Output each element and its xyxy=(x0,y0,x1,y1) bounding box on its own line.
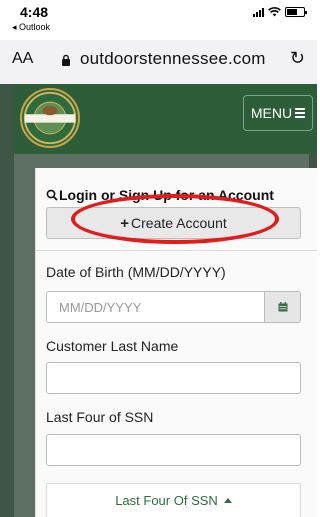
create-account-button[interactable]: + Create Account xyxy=(46,207,301,239)
menu-button[interactable]: MENU xyxy=(243,95,313,131)
create-account-label: Create Account xyxy=(131,215,227,231)
section-divider xyxy=(35,250,317,251)
dob-label: Date of Birth (MM/DD/YYYY) xyxy=(46,264,226,280)
battery-icon xyxy=(285,7,307,17)
reload-icon[interactable]: ↻ xyxy=(290,48,305,69)
text-size-label: AA xyxy=(12,50,34,67)
signal-icon xyxy=(253,7,264,17)
search-icon xyxy=(46,189,58,201)
left-gutter xyxy=(0,84,14,517)
menu-label: MENU xyxy=(250,105,293,121)
back-to-outlook-link[interactable]: ◂ Outlook xyxy=(12,22,50,33)
text-size-button[interactable]: AA xyxy=(12,50,33,68)
ssn-input[interactable] xyxy=(46,434,301,466)
ssn-toggle-label: Last Four Of SSN xyxy=(115,493,218,508)
url-field[interactable]: outdoorstennessee.com xyxy=(80,49,266,69)
dob-input[interactable]: MM/DD/YYYY xyxy=(46,291,265,323)
lock-icon xyxy=(62,54,70,66)
status-icons xyxy=(253,7,307,17)
status-time: 4:48 xyxy=(20,4,49,20)
login-title: Login or Sign Up for an Account xyxy=(46,187,274,203)
dob-placeholder: MM/DD/YYYY xyxy=(59,299,142,315)
wifi-icon xyxy=(268,7,281,17)
ssn-label: Last Four of SSN xyxy=(46,409,154,425)
browser-address-bar: AA outdoorstennessee.com ↻ xyxy=(0,40,317,84)
ssn-toggle-button[interactable]: Last Four Of SSN xyxy=(46,483,301,517)
last-name-label: Customer Last Name xyxy=(46,338,179,354)
caret-up-icon xyxy=(223,498,232,503)
site-header: MENU xyxy=(14,84,317,154)
status-bar: 4:48 ◂ Outlook xyxy=(0,0,317,40)
login-title-text: Login or Sign Up for an Account xyxy=(59,187,274,203)
calendar-icon xyxy=(278,302,287,312)
last-name-input[interactable] xyxy=(46,362,301,394)
twra-seal-logo[interactable] xyxy=(20,88,80,148)
calendar-button[interactable] xyxy=(264,291,301,323)
hamburger-icon xyxy=(295,106,306,120)
plus-icon: + xyxy=(120,214,130,232)
